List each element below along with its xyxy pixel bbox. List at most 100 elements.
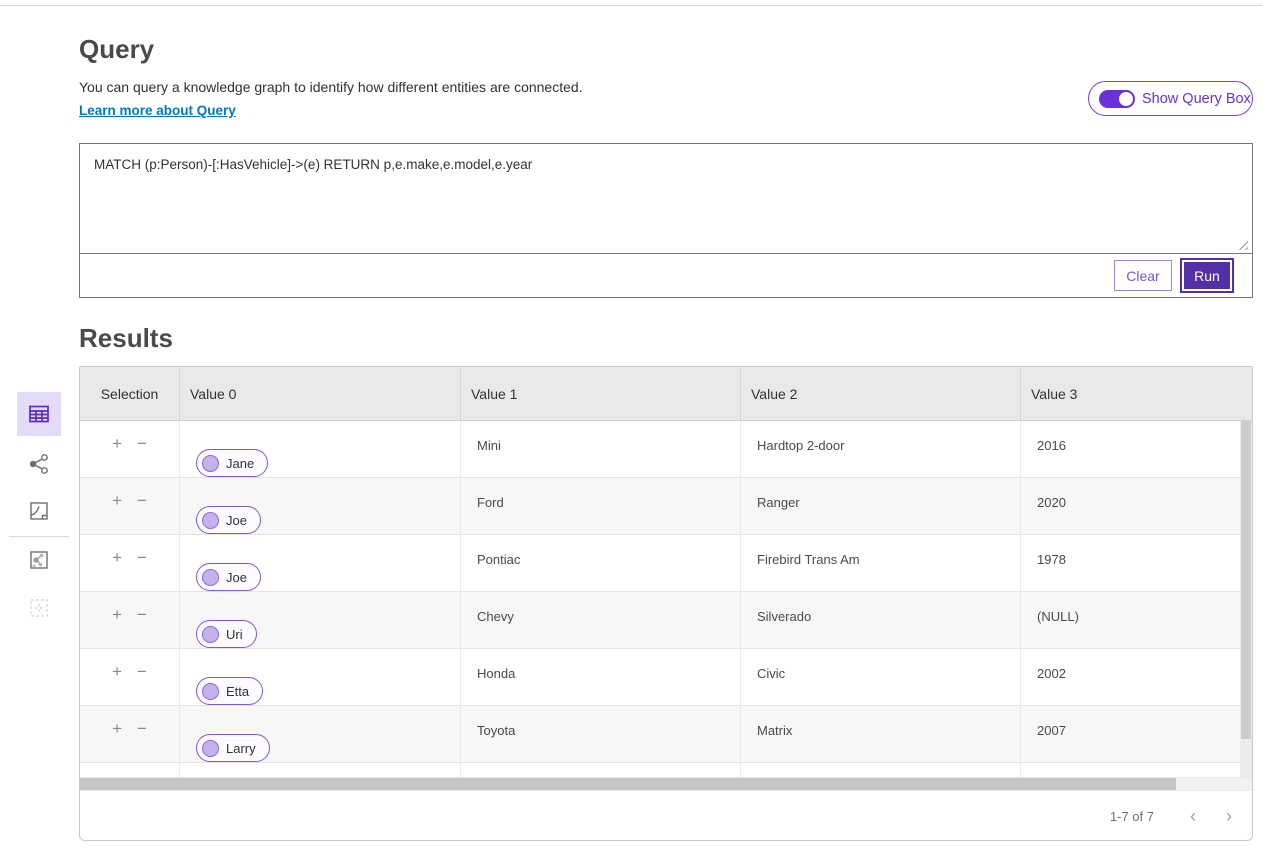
add-selection-button[interactable]: +	[112, 435, 122, 452]
value0-cell: Jane	[179, 421, 460, 477]
entity-pill-label: Uri	[226, 627, 243, 642]
sidebar-item-map-view[interactable]	[25, 497, 53, 525]
selection-cell: + −	[80, 649, 179, 705]
remove-selection-button[interactable]: −	[137, 663, 147, 680]
table-row: + − Etta Honda Civic 2002	[80, 649, 1252, 706]
remove-selection-button[interactable]: −	[137, 606, 147, 623]
sidebar-item-table-view[interactable]	[17, 392, 61, 436]
entity-pill-label: Jane	[226, 456, 254, 471]
value2-cell: Firebird Trans Am	[740, 535, 1020, 591]
remove-selection-button[interactable]: −	[137, 492, 147, 509]
toggle-switch-icon[interactable]	[1099, 90, 1135, 108]
selection-cell: + −	[80, 592, 179, 648]
value1-cell: Pontiac	[460, 535, 740, 591]
remove-selection-button[interactable]: −	[137, 435, 147, 452]
run-button[interactable]: Run	[1184, 262, 1230, 289]
table-footer: 1-7 of 7 ‹ ›	[80, 790, 1252, 841]
entity-node-icon	[202, 512, 219, 529]
sidebar-item-layout-view	[25, 594, 53, 622]
toggle-label: Show Query Box	[1142, 91, 1251, 107]
column-header-selection: Selection	[80, 367, 179, 420]
next-page-button[interactable]: ›	[1226, 807, 1232, 825]
query-input[interactable]: MATCH (p:Person)-[:HasVehicle]->(e) RETU…	[80, 144, 1252, 253]
map-link-chart-icon	[26, 547, 52, 573]
selection-cell: + −	[80, 706, 179, 762]
learn-more-link[interactable]: Learn more about Query	[79, 103, 236, 118]
sidebar-item-link-chart-view[interactable]	[25, 450, 53, 478]
entity-pill[interactable]: Etta	[196, 677, 263, 705]
entity-node-icon	[202, 740, 219, 757]
page-title: Query	[79, 34, 154, 65]
entity-node-icon	[202, 569, 219, 586]
table-body: + − Jane Mini Hardtop 2-door 2016 + − Jo…	[80, 421, 1252, 777]
value3-cell: (NULL)	[1020, 592, 1252, 648]
vertical-scrollbar[interactable]	[1240, 421, 1252, 777]
table-row: + − Joe Pontiac Firebird Trans Am 1978	[80, 535, 1252, 592]
remove-selection-button[interactable]: −	[137, 720, 147, 737]
column-header-value3: Value 3	[1020, 367, 1252, 420]
value1-cell: Honda	[460, 649, 740, 705]
entity-node-icon	[202, 626, 219, 643]
horizontal-scrollbar[interactable]	[80, 777, 1252, 790]
prev-page-button[interactable]: ‹	[1190, 807, 1196, 825]
entity-pill[interactable]: Larry	[196, 734, 270, 762]
pagination-range: 1-7 of 7	[1110, 809, 1154, 824]
table-row: + −	[80, 763, 1252, 777]
page-description: You can query a knowledge graph to ident…	[79, 79, 583, 95]
column-header-value0: Value 0	[179, 367, 460, 420]
value3-cell: 2002	[1020, 649, 1252, 705]
value2-cell: Ranger	[740, 478, 1020, 534]
show-query-box-toggle[interactable]: Show Query Box	[1088, 81, 1253, 116]
link-chart-icon	[26, 451, 52, 477]
entity-pill-label: Joe	[226, 513, 247, 528]
add-selection-button[interactable]: +	[112, 663, 122, 680]
vertical-scrollbar-thumb[interactable]	[1241, 421, 1251, 739]
add-selection-button[interactable]: +	[112, 549, 122, 566]
entity-pill-label: Joe	[226, 570, 247, 585]
remove-selection-button[interactable]: −	[137, 549, 147, 566]
entity-pill-label: Larry	[226, 741, 256, 756]
top-divider	[0, 5, 1263, 6]
value3-cell: 2016	[1020, 421, 1252, 477]
entity-node-icon	[202, 455, 219, 472]
query-box: MATCH (p:Person)-[:HasVehicle]->(e) RETU…	[79, 143, 1253, 298]
entity-pill[interactable]: Jane	[196, 449, 268, 477]
entity-pill[interactable]: Joe	[196, 506, 261, 534]
query-box-footer: Clear Run	[80, 254, 1252, 297]
value0-cell: Uri	[179, 592, 460, 648]
layout-view-disabled-icon	[26, 595, 52, 621]
sidebar-item-map-link-chart-view[interactable]	[25, 546, 53, 574]
horizontal-scrollbar-thumb[interactable]	[80, 778, 1176, 790]
entity-pill-label: Etta	[226, 684, 249, 699]
table-row: + − Larry Toyota Matrix 2007	[80, 706, 1252, 763]
add-selection-button[interactable]: +	[112, 720, 122, 737]
run-button-focus-ring[interactable]: Run	[1180, 258, 1234, 293]
column-header-value2: Value 2	[740, 367, 1020, 420]
map-view-icon	[26, 498, 52, 524]
value1-cell	[460, 763, 740, 777]
add-selection-button[interactable]: +	[112, 492, 122, 509]
column-header-value1: Value 1	[460, 367, 740, 420]
selection-cell: + −	[80, 763, 179, 777]
selection-cell: + −	[80, 478, 179, 534]
add-selection-button[interactable]: +	[112, 606, 122, 623]
selection-cell: + −	[80, 421, 179, 477]
value0-cell: Joe	[179, 535, 460, 591]
value3-cell: 2020	[1020, 478, 1252, 534]
entity-pill[interactable]: Uri	[196, 620, 257, 648]
value1-cell: Mini	[460, 421, 740, 477]
value1-cell: Ford	[460, 478, 740, 534]
table-row: + − Joe Ford Ranger 2020	[80, 478, 1252, 535]
table-header-row: Selection Value 0 Value 1 Value 2 Value …	[80, 367, 1252, 421]
clear-button[interactable]: Clear	[1114, 260, 1172, 291]
toggle-knob	[1119, 92, 1133, 106]
value0-cell: Etta	[179, 649, 460, 705]
value3-cell: 1978	[1020, 535, 1252, 591]
value0-cell	[179, 763, 460, 777]
value2-cell: Matrix	[740, 706, 1020, 762]
value3-cell	[1020, 763, 1252, 777]
table-view-icon	[26, 401, 52, 427]
entity-pill[interactable]: Joe	[196, 563, 261, 591]
value0-cell: Joe	[179, 478, 460, 534]
results-title: Results	[79, 323, 173, 354]
